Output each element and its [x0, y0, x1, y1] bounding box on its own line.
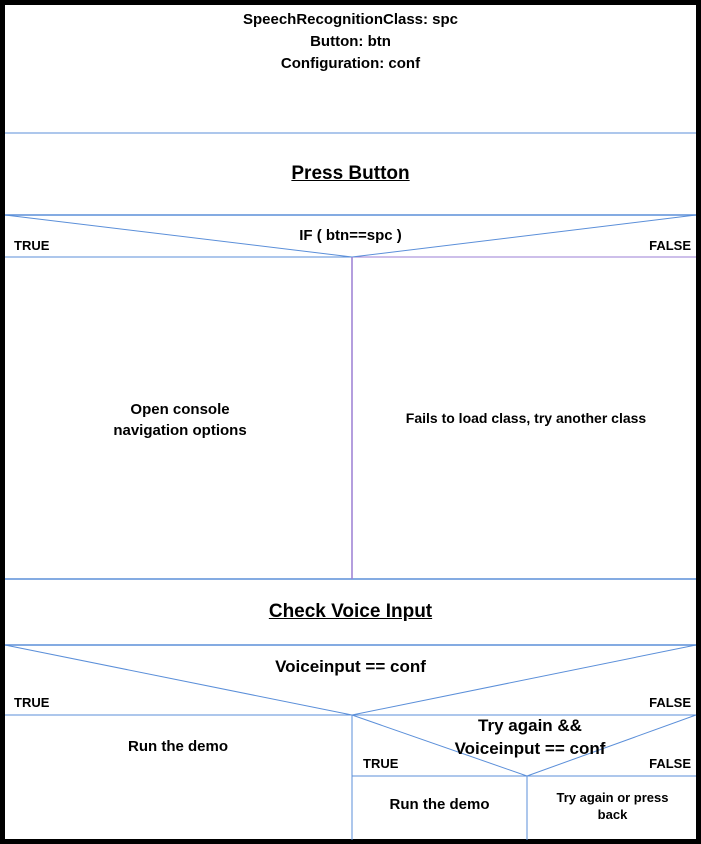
declaration-configuration: Configuration: conf	[280, 55, 421, 72]
action-fails-to-load: Fails to load class, try another class	[405, 410, 647, 426]
action-open-console-line1: Open console	[130, 401, 230, 418]
nested-condition-line2: Voiceinput == conf	[454, 739, 606, 758]
decision1-true-label: TRUE	[14, 238, 50, 253]
nested-condition-line1: Try again &&	[478, 716, 582, 735]
nested-action-run-demo: Run the demo	[389, 796, 490, 813]
nested-action-try-again-line2: back	[597, 807, 628, 822]
nested-true-label: TRUE	[363, 756, 399, 771]
action-run-demo: Run the demo	[128, 738, 228, 755]
declaration-button: Button: btn	[310, 33, 391, 50]
decision1-condition: IF ( btn==spc )	[299, 227, 402, 244]
declaration-class: SpeechRecognitionClass: spc	[242, 11, 459, 28]
decision2-condition: Voiceinput == conf	[275, 657, 426, 676]
step-press-button: Press Button	[291, 163, 410, 184]
nested-false-label: FALSE	[649, 756, 691, 771]
decision2-true-label: TRUE	[14, 695, 50, 710]
decision2-false-label: FALSE	[649, 695, 691, 710]
nested-action-try-again-line1: Try again or press	[556, 790, 669, 805]
decision1-false-label: FALSE	[649, 238, 691, 253]
decision2-diagonal-left	[4, 644, 353, 716]
action-open-console-line2: navigation options	[113, 422, 247, 439]
step-check-voice-input: Check Voice Input	[268, 601, 433, 622]
